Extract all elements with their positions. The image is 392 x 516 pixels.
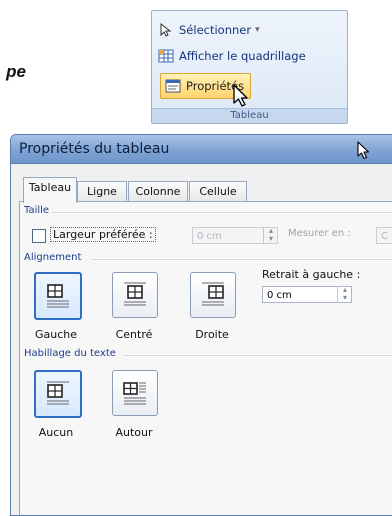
cursor-select-icon [160, 23, 172, 37]
wrap-none-icon [47, 381, 69, 405]
wrap-none-button[interactable] [34, 370, 82, 418]
align-left-button[interactable] [34, 272, 82, 320]
tab-cellule-label: Cellule [199, 185, 237, 198]
section-label-taille: Taille [24, 205, 50, 216]
table-properties-dialog: Propriétés du tableau Tableau Ligne Colo… [10, 134, 392, 516]
measure-in-value: C [381, 231, 388, 242]
tab-cellule[interactable]: Cellule [189, 181, 247, 202]
section-divider [52, 212, 392, 213]
preferred-width-spinner[interactable]: ▴ ▾ [263, 227, 278, 244]
measure-in-label: Mesurer en : [288, 228, 351, 239]
section-divider [124, 355, 392, 356]
align-center-button[interactable] [112, 272, 158, 318]
show-gridlines-label: Afficher le quadrillage [179, 49, 306, 63]
grid-icon [158, 49, 174, 63]
measure-in-select[interactable]: C [376, 227, 392, 244]
wrap-around-button[interactable] [112, 370, 158, 416]
tab-ligne-label: Ligne [87, 185, 117, 198]
left-indent-value: 0 cm [267, 290, 292, 301]
dropdown-arrow-icon: ▾ [255, 25, 260, 35]
wrap-none-label: Aucun [38, 426, 74, 439]
preferred-width-checkbox[interactable] [32, 229, 46, 243]
left-indent-label: Retrait à gauche : [262, 268, 361, 281]
align-left-label: Gauche [34, 328, 78, 341]
tab-colonne-label: Colonne [135, 185, 181, 198]
align-center-label: Centré [115, 328, 153, 341]
dialog-title: Propriétés du tableau [19, 141, 170, 157]
wrap-around-label: Autour [115, 426, 153, 439]
align-right-icon [202, 282, 224, 306]
left-indent-spinner[interactable]: ▴ ▾ [337, 286, 352, 303]
align-left-icon [47, 284, 69, 308]
mouse-pointer-icon [233, 84, 248, 107]
tab-tableau-label: Tableau [28, 181, 72, 194]
select-label: Sélectionner [179, 23, 252, 37]
preferred-width-value: 0 cm [197, 231, 222, 242]
section-divider [92, 259, 392, 260]
tab-colonne[interactable]: Colonne [128, 181, 188, 202]
tab-panel-tableau: Taille Largeur préférée : 0 cm ▴ ▾ Mesure… [19, 201, 392, 515]
preferred-width-label: Largeur préférée : [50, 227, 156, 242]
align-right-label: Droite [195, 328, 229, 341]
properties-icon [165, 79, 181, 93]
document-text-fragment: pe [6, 62, 26, 81]
section-label-alignement: Alignement [24, 252, 82, 263]
tab-tableau[interactable]: Tableau [23, 177, 77, 203]
show-gridlines-button[interactable]: Afficher le quadrillage [158, 46, 306, 66]
align-center-icon [124, 282, 146, 306]
align-right-button[interactable] [190, 272, 236, 318]
select-button[interactable]: Sélectionner ▾ [158, 20, 260, 40]
section-label-habillage: Habillage du texte [24, 348, 116, 359]
ribbon-group-label: Tableau [152, 108, 347, 123]
mouse-pointer-icon [357, 141, 370, 160]
tab-ligne[interactable]: Ligne [77, 181, 127, 202]
wrap-around-icon [123, 382, 146, 405]
